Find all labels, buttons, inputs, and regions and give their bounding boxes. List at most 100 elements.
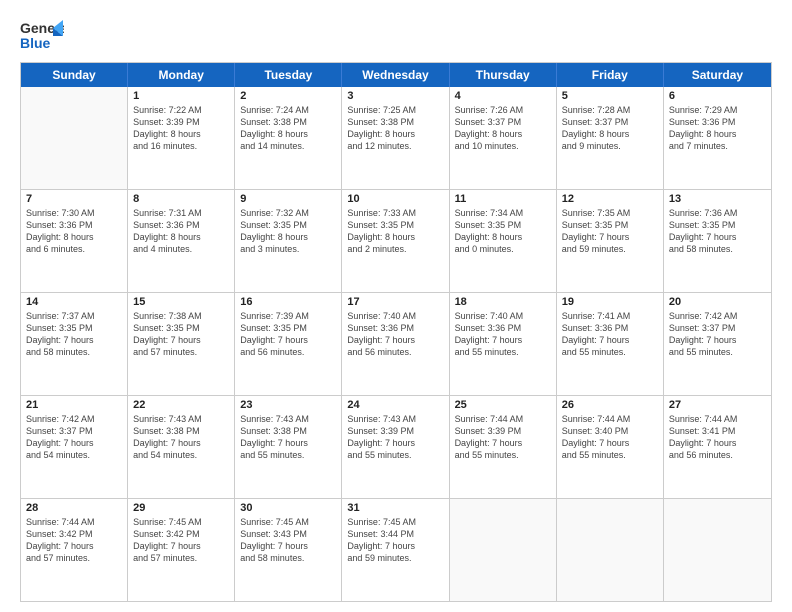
day-cell-12: 12 Sunrise: 7:35 AM Sunset: 3:35 PM Dayli… <box>557 190 664 292</box>
day-number: 24 <box>347 399 443 411</box>
day-cell-13: 13 Sunrise: 7:36 AM Sunset: 3:35 PM Dayli… <box>664 190 771 292</box>
day-number: 13 <box>669 193 766 205</box>
day-text: Sunrise: 7:24 AM Sunset: 3:38 PM Dayligh… <box>240 104 336 153</box>
header-day-thursday: Thursday <box>450 63 557 87</box>
day-number: 1 <box>133 90 229 102</box>
day-number: 5 <box>562 90 658 102</box>
day-text: Sunrise: 7:38 AM Sunset: 3:35 PM Dayligh… <box>133 310 229 359</box>
calendar-row-5: 28Sunrise: 7:44 AM Sunset: 3:42 PM Dayli… <box>21 498 771 601</box>
header-day-sunday: Sunday <box>21 63 128 87</box>
day-text: Sunrise: 7:40 AM Sunset: 3:36 PM Dayligh… <box>347 310 443 359</box>
header-day-friday: Friday <box>557 63 664 87</box>
day-number: 4 <box>455 90 551 102</box>
day-text: Sunrise: 7:30 AM Sunset: 3:36 PM Dayligh… <box>26 207 122 256</box>
day-number: 6 <box>669 90 766 102</box>
day-text: Sunrise: 7:35 AM Sunset: 3:35 PM Dayligh… <box>562 207 658 256</box>
day-number: 2 <box>240 90 336 102</box>
day-cell-5: 5Sunrise: 7:28 AM Sunset: 3:37 PM Daylig… <box>557 87 664 189</box>
day-number: 23 <box>240 399 336 411</box>
day-number: 25 <box>455 399 551 411</box>
logo-svg: GeneralBlue <box>20 18 64 54</box>
day-text: Sunrise: 7:26 AM Sunset: 3:37 PM Dayligh… <box>455 104 551 153</box>
day-text: Sunrise: 7:43 AM Sunset: 3:38 PM Dayligh… <box>133 413 229 462</box>
day-cell-3: 3Sunrise: 7:25 AM Sunset: 3:38 PM Daylig… <box>342 87 449 189</box>
day-cell-24: 24Sunrise: 7:43 AM Sunset: 3:39 PM Dayli… <box>342 396 449 498</box>
svg-text:Blue: Blue <box>20 35 51 51</box>
day-text: Sunrise: 7:29 AM Sunset: 3:36 PM Dayligh… <box>669 104 766 153</box>
day-number: 30 <box>240 502 336 514</box>
day-number: 15 <box>133 296 229 308</box>
day-number: 29 <box>133 502 229 514</box>
day-number: 17 <box>347 296 443 308</box>
day-cell-15: 15 Sunrise: 7:38 AM Sunset: 3:35 PM Dayli… <box>128 293 235 395</box>
day-cell-10: 10 Sunrise: 7:33 AM Sunset: 3:35 PM Dayli… <box>342 190 449 292</box>
day-cell-21: 21Sunrise: 7:42 AM Sunset: 3:37 PM Dayli… <box>21 396 128 498</box>
header-day-wednesday: Wednesday <box>342 63 449 87</box>
day-cell-7: 7 Sunrise: 7:30 AM Sunset: 3:36 PM Daylig… <box>21 190 128 292</box>
day-cell-4: 4 Sunrise: 7:26 AM Sunset: 3:37 PM Daylig… <box>450 87 557 189</box>
day-number: 8 <box>133 193 229 205</box>
day-text: Sunrise: 7:45 AM Sunset: 3:43 PM Dayligh… <box>240 516 336 565</box>
header-day-saturday: Saturday <box>664 63 771 87</box>
header-day-tuesday: Tuesday <box>235 63 342 87</box>
day-cell-11: 11 Sunrise: 7:34 AM Sunset: 3:35 PM Dayli… <box>450 190 557 292</box>
day-cell-2: 2 Sunrise: 7:24 AM Sunset: 3:38 PM Daylig… <box>235 87 342 189</box>
day-number: 18 <box>455 296 551 308</box>
calendar-body: 1Sunrise: 7:22 AM Sunset: 3:39 PM Daylig… <box>21 87 771 601</box>
day-text: Sunrise: 7:31 AM Sunset: 3:36 PM Dayligh… <box>133 207 229 256</box>
day-cell-23: 23 Sunrise: 7:43 AM Sunset: 3:38 PM Dayli… <box>235 396 342 498</box>
day-number: 7 <box>26 193 122 205</box>
day-text: Sunrise: 7:44 AM Sunset: 3:41 PM Dayligh… <box>669 413 766 462</box>
day-cell-28: 28Sunrise: 7:44 AM Sunset: 3:42 PM Dayli… <box>21 499 128 601</box>
day-number: 12 <box>562 193 658 205</box>
day-cell-20: 20Sunrise: 7:42 AM Sunset: 3:37 PM Dayli… <box>664 293 771 395</box>
day-text: Sunrise: 7:45 AM Sunset: 3:42 PM Dayligh… <box>133 516 229 565</box>
day-text: Sunrise: 7:45 AM Sunset: 3:44 PM Dayligh… <box>347 516 443 565</box>
day-number: 27 <box>669 399 766 411</box>
calendar-row-2: 7 Sunrise: 7:30 AM Sunset: 3:36 PM Daylig… <box>21 189 771 292</box>
day-text: Sunrise: 7:40 AM Sunset: 3:36 PM Dayligh… <box>455 310 551 359</box>
empty-cell <box>450 499 557 601</box>
day-text: Sunrise: 7:39 AM Sunset: 3:35 PM Dayligh… <box>240 310 336 359</box>
day-text: Sunrise: 7:33 AM Sunset: 3:35 PM Dayligh… <box>347 207 443 256</box>
day-cell-1: 1Sunrise: 7:22 AM Sunset: 3:39 PM Daylig… <box>128 87 235 189</box>
calendar-header: SundayMondayTuesdayWednesdayThursdayFrid… <box>21 63 771 87</box>
day-cell-17: 17 Sunrise: 7:40 AM Sunset: 3:36 PM Dayli… <box>342 293 449 395</box>
day-number: 14 <box>26 296 122 308</box>
day-text: Sunrise: 7:43 AM Sunset: 3:38 PM Dayligh… <box>240 413 336 462</box>
day-number: 26 <box>562 399 658 411</box>
day-cell-22: 22 Sunrise: 7:43 AM Sunset: 3:38 PM Dayli… <box>128 396 235 498</box>
day-cell-14: 14 Sunrise: 7:37 AM Sunset: 3:35 PM Dayli… <box>21 293 128 395</box>
calendar: SundayMondayTuesdayWednesdayThursdayFrid… <box>20 62 772 602</box>
day-cell-18: 18 Sunrise: 7:40 AM Sunset: 3:36 PM Dayli… <box>450 293 557 395</box>
day-text: Sunrise: 7:41 AM Sunset: 3:36 PM Dayligh… <box>562 310 658 359</box>
day-text: Sunrise: 7:34 AM Sunset: 3:35 PM Dayligh… <box>455 207 551 256</box>
day-cell-9: 9 Sunrise: 7:32 AM Sunset: 3:35 PM Daylig… <box>235 190 342 292</box>
day-cell-19: 19 Sunrise: 7:41 AM Sunset: 3:36 PM Dayli… <box>557 293 664 395</box>
empty-cell <box>664 499 771 601</box>
day-text: Sunrise: 7:42 AM Sunset: 3:37 PM Dayligh… <box>669 310 766 359</box>
day-cell-6: 6 Sunrise: 7:29 AM Sunset: 3:36 PM Daylig… <box>664 87 771 189</box>
day-cell-16: 16 Sunrise: 7:39 AM Sunset: 3:35 PM Dayli… <box>235 293 342 395</box>
day-number: 9 <box>240 193 336 205</box>
calendar-row-3: 14 Sunrise: 7:37 AM Sunset: 3:35 PM Dayli… <box>21 292 771 395</box>
calendar-row-4: 21Sunrise: 7:42 AM Sunset: 3:37 PM Dayli… <box>21 395 771 498</box>
day-number: 22 <box>133 399 229 411</box>
page-header: GeneralBlue <box>20 18 772 54</box>
day-cell-26: 26Sunrise: 7:44 AM Sunset: 3:40 PM Dayli… <box>557 396 664 498</box>
day-number: 11 <box>455 193 551 205</box>
day-cell-31: 31Sunrise: 7:45 AM Sunset: 3:44 PM Dayli… <box>342 499 449 601</box>
day-number: 19 <box>562 296 658 308</box>
day-cell-8: 8 Sunrise: 7:31 AM Sunset: 3:36 PM Daylig… <box>128 190 235 292</box>
day-text: Sunrise: 7:32 AM Sunset: 3:35 PM Dayligh… <box>240 207 336 256</box>
day-text: Sunrise: 7:37 AM Sunset: 3:35 PM Dayligh… <box>26 310 122 359</box>
day-text: Sunrise: 7:25 AM Sunset: 3:38 PM Dayligh… <box>347 104 443 153</box>
day-text: Sunrise: 7:42 AM Sunset: 3:37 PM Dayligh… <box>26 413 122 462</box>
day-text: Sunrise: 7:44 AM Sunset: 3:42 PM Dayligh… <box>26 516 122 565</box>
day-number: 16 <box>240 296 336 308</box>
day-number: 10 <box>347 193 443 205</box>
day-text: Sunrise: 7:44 AM Sunset: 3:39 PM Dayligh… <box>455 413 551 462</box>
logo: GeneralBlue <box>20 18 64 54</box>
day-cell-27: 27 Sunrise: 7:44 AM Sunset: 3:41 PM Dayli… <box>664 396 771 498</box>
day-text: Sunrise: 7:36 AM Sunset: 3:35 PM Dayligh… <box>669 207 766 256</box>
